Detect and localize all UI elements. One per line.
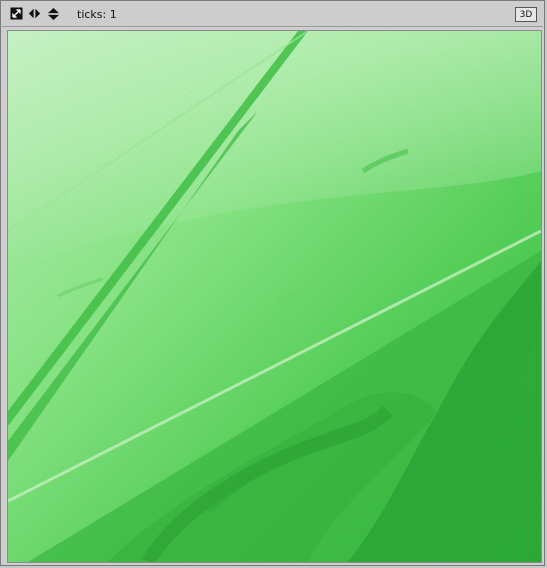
toolbar: ticks: 1 3D [2, 2, 543, 27]
world-view[interactable] [7, 30, 542, 563]
ticks-counter: ticks: 1 [77, 8, 117, 21]
view-3d-button[interactable]: 3D [515, 7, 537, 22]
patch-render [8, 31, 541, 562]
zoom-icon[interactable] [10, 7, 23, 20]
pan-icon[interactable] [28, 7, 41, 20]
app-window: ticks: 1 3D [0, 0, 545, 566]
move-icon[interactable] [47, 7, 60, 20]
